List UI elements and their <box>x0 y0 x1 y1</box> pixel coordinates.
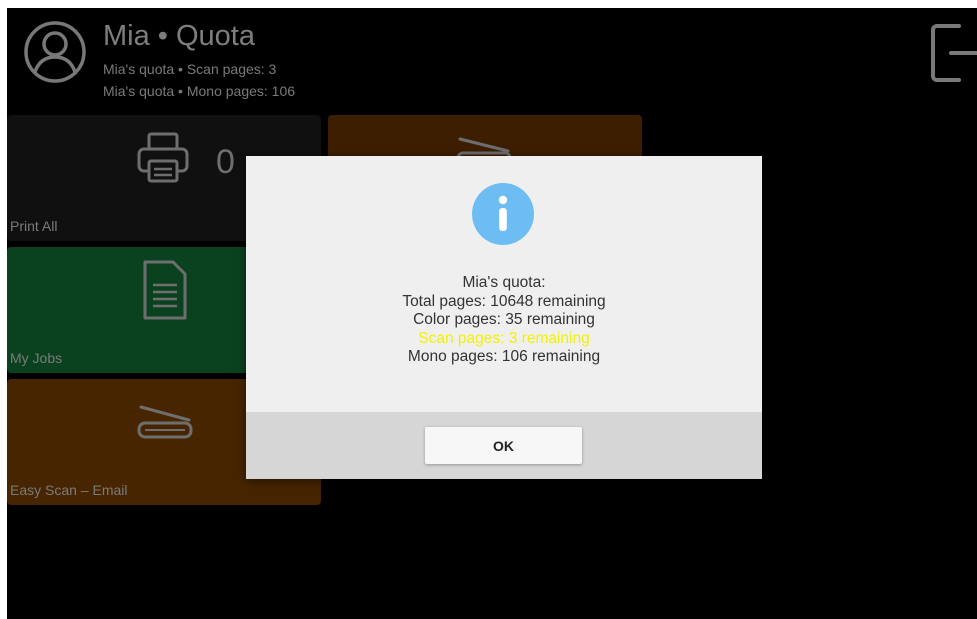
mono-pages-line: Mono pages: 106 remaining <box>407 348 601 365</box>
quota-message: Mia's quota: Total pages: 10648 remainin… <box>246 274 762 367</box>
kiosk-screen: Mia • Quota Mia's quota • Scan pages: 3 … <box>7 8 977 619</box>
info-icon <box>472 183 534 245</box>
quota-dialog: Mia's quota: Total pages: 10648 remainin… <box>246 156 762 479</box>
quota-heading: Mia's quota: <box>462 274 546 291</box>
ok-button[interactable]: OK <box>425 427 582 464</box>
scan-pages-line: Scan pages: 3 remaining <box>418 329 590 347</box>
total-pages-line: Total pages: 10648 remaining <box>402 292 606 310</box>
color-pages-line: Color pages: 35 remaining <box>413 311 595 328</box>
dialog-footer: OK <box>246 412 762 479</box>
